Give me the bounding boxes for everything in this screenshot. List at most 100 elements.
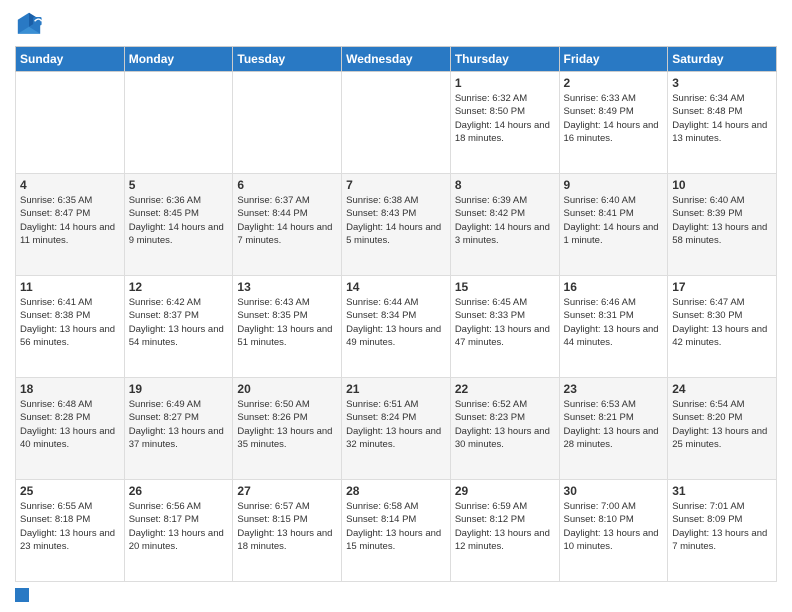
day-info: Sunrise: 6:35 AM Sunset: 8:47 PM Dayligh… [20,194,120,247]
day-number: 9 [564,178,664,192]
day-cell: 14 Sunrise: 6:44 AM Sunset: 8:34 PM Dayli… [342,276,451,378]
day-number: 31 [672,484,772,498]
day-number: 13 [237,280,337,294]
legend [15,588,777,602]
day-number: 6 [237,178,337,192]
day-number: 16 [564,280,664,294]
day-cell [342,72,451,174]
day-info: Sunrise: 7:00 AM Sunset: 8:10 PM Dayligh… [564,500,664,553]
day-info: Sunrise: 6:46 AM Sunset: 8:31 PM Dayligh… [564,296,664,349]
weekday-friday: Friday [559,47,668,72]
day-cell: 24 Sunrise: 6:54 AM Sunset: 8:20 PM Dayli… [668,378,777,480]
weekday-thursday: Thursday [450,47,559,72]
weekday-saturday: Saturday [668,47,777,72]
day-info: Sunrise: 6:36 AM Sunset: 8:45 PM Dayligh… [129,194,229,247]
day-info: Sunrise: 6:34 AM Sunset: 8:48 PM Dayligh… [672,92,772,145]
day-cell: 18Sunrise: 6:48 AM Sunset: 8:28 PM Dayli… [16,378,125,480]
weekday-monday: Monday [124,47,233,72]
day-number: 3 [672,76,772,90]
day-info: Sunrise: 6:49 AM Sunset: 8:27 PM Dayligh… [129,398,229,451]
day-info: Sunrise: 6:41 AM Sunset: 8:38 PM Dayligh… [20,296,120,349]
day-info: Sunrise: 6:40 AM Sunset: 8:39 PM Dayligh… [672,194,772,247]
day-number: 17 [672,280,772,294]
day-number: 27 [237,484,337,498]
day-cell [233,72,342,174]
day-cell: 9 Sunrise: 6:40 AM Sunset: 8:41 PM Daylig… [559,174,668,276]
day-number: 19 [129,382,229,396]
day-cell: 20 Sunrise: 6:50 AM Sunset: 8:26 PM Dayli… [233,378,342,480]
day-info: Sunrise: 7:01 AM Sunset: 8:09 PM Dayligh… [672,500,772,553]
day-info: Sunrise: 6:45 AM Sunset: 8:33 PM Dayligh… [455,296,555,349]
logo [15,10,47,38]
day-info: Sunrise: 6:42 AM Sunset: 8:37 PM Dayligh… [129,296,229,349]
day-number: 29 [455,484,555,498]
day-info: Sunrise: 6:40 AM Sunset: 8:41 PM Dayligh… [564,194,664,247]
week-row-2: 11 Sunrise: 6:41 AM Sunset: 8:38 PM Dayli… [16,276,777,378]
day-number: 4 [20,178,120,192]
weekday-wednesday: Wednesday [342,47,451,72]
day-cell: 3 Sunrise: 6:34 AM Sunset: 8:48 PM Daylig… [668,72,777,174]
day-number: 21 [346,382,446,396]
day-cell [16,72,125,174]
day-cell: 12 Sunrise: 6:42 AM Sunset: 8:37 PM Dayli… [124,276,233,378]
day-cell: 19 Sunrise: 6:49 AM Sunset: 8:27 PM Dayli… [124,378,233,480]
day-info: Sunrise: 6:53 AM Sunset: 8:21 PM Dayligh… [564,398,664,451]
day-cell: 30Sunrise: 7:00 AM Sunset: 8:10 PM Dayli… [559,480,668,582]
day-info: Sunrise: 6:50 AM Sunset: 8:26 PM Dayligh… [237,398,337,451]
day-number: 23 [564,382,664,396]
weekday-header-row: SundayMondayTuesdayWednesdayThursdayFrid… [16,47,777,72]
day-info: Sunrise: 6:54 AM Sunset: 8:20 PM Dayligh… [672,398,772,451]
day-number: 20 [237,382,337,396]
day-number: 11 [20,280,120,294]
day-number: 25 [20,484,120,498]
day-number: 7 [346,178,446,192]
day-info: Sunrise: 6:37 AM Sunset: 8:44 PM Dayligh… [237,194,337,247]
day-number: 5 [129,178,229,192]
day-number: 22 [455,382,555,396]
day-cell: 28Sunrise: 6:58 AM Sunset: 8:14 PM Dayli… [342,480,451,582]
day-cell: 5 Sunrise: 6:36 AM Sunset: 8:45 PM Daylig… [124,174,233,276]
logo-icon [15,10,43,38]
page: SundayMondayTuesdayWednesdayThursdayFrid… [0,0,792,612]
day-info: Sunrise: 6:44 AM Sunset: 8:34 PM Dayligh… [346,296,446,349]
day-info: Sunrise: 6:56 AM Sunset: 8:17 PM Dayligh… [129,500,229,553]
day-number: 26 [129,484,229,498]
day-cell [124,72,233,174]
day-cell: 10 Sunrise: 6:40 AM Sunset: 8:39 PM Dayli… [668,174,777,276]
day-cell: 17 Sunrise: 6:47 AM Sunset: 8:30 PM Dayli… [668,276,777,378]
day-cell: 26 Sunrise: 6:56 AM Sunset: 8:17 PM Dayli… [124,480,233,582]
day-cell: 21Sunrise: 6:51 AM Sunset: 8:24 PM Dayli… [342,378,451,480]
weekday-tuesday: Tuesday [233,47,342,72]
day-info: Sunrise: 6:38 AM Sunset: 8:43 PM Dayligh… [346,194,446,247]
day-info: Sunrise: 6:57 AM Sunset: 8:15 PM Dayligh… [237,500,337,553]
header [15,10,777,38]
day-cell: 15 Sunrise: 6:45 AM Sunset: 8:33 PM Dayli… [450,276,559,378]
day-number: 28 [346,484,446,498]
day-number: 10 [672,178,772,192]
day-number: 12 [129,280,229,294]
week-row-0: 1Sunrise: 6:32 AM Sunset: 8:50 PM Daylig… [16,72,777,174]
day-cell: 8 Sunrise: 6:39 AM Sunset: 8:42 PM Daylig… [450,174,559,276]
day-number: 24 [672,382,772,396]
day-number: 8 [455,178,555,192]
legend-color-box [15,588,29,602]
day-number: 15 [455,280,555,294]
day-cell: 13 Sunrise: 6:43 AM Sunset: 8:35 PM Dayli… [233,276,342,378]
weekday-sunday: Sunday [16,47,125,72]
day-info: Sunrise: 6:33 AM Sunset: 8:49 PM Dayligh… [564,92,664,145]
day-cell: 27 Sunrise: 6:57 AM Sunset: 8:15 PM Dayli… [233,480,342,582]
day-info: Sunrise: 6:59 AM Sunset: 8:12 PM Dayligh… [455,500,555,553]
day-cell: 16 Sunrise: 6:46 AM Sunset: 8:31 PM Dayli… [559,276,668,378]
day-info: Sunrise: 6:39 AM Sunset: 8:42 PM Dayligh… [455,194,555,247]
day-cell: 23 Sunrise: 6:53 AM Sunset: 8:21 PM Dayli… [559,378,668,480]
day-number: 14 [346,280,446,294]
day-cell: 1Sunrise: 6:32 AM Sunset: 8:50 PM Daylig… [450,72,559,174]
day-info: Sunrise: 6:32 AM Sunset: 8:50 PM Dayligh… [455,92,555,145]
day-number: 2 [564,76,664,90]
day-info: Sunrise: 6:43 AM Sunset: 8:35 PM Dayligh… [237,296,337,349]
day-cell: 22Sunrise: 6:52 AM Sunset: 8:23 PM Dayli… [450,378,559,480]
week-row-3: 18Sunrise: 6:48 AM Sunset: 8:28 PM Dayli… [16,378,777,480]
day-cell: 4 Sunrise: 6:35 AM Sunset: 8:47 PM Daylig… [16,174,125,276]
day-info: Sunrise: 6:47 AM Sunset: 8:30 PM Dayligh… [672,296,772,349]
day-info: Sunrise: 6:48 AM Sunset: 8:28 PM Dayligh… [20,398,120,451]
